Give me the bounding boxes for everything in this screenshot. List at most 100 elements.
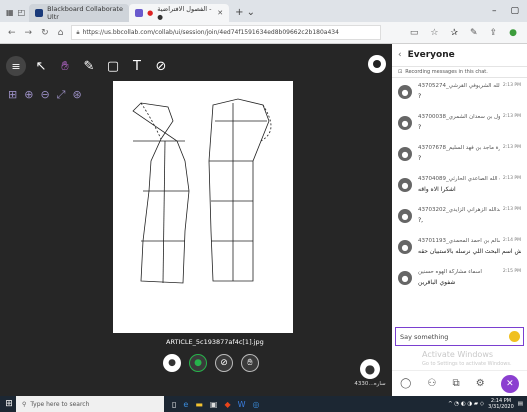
back-arrow-icon[interactable]: ←	[8, 28, 16, 38]
chat-message: ● 43705274_سارة عبدالله الشريوفي القرشي2:…	[392, 78, 527, 109]
url-field[interactable]: 🔒︎ https://us.bbcollab.com/collab/ui/ses…	[71, 25, 382, 40]
edge-active-icon[interactable]: ◎	[253, 400, 260, 409]
record-dot-icon	[373, 60, 381, 68]
clock[interactable]: 2:14 PM 3/31/2020	[488, 398, 514, 410]
zoom-out-icon[interactable]: ⊖	[40, 88, 49, 102]
favorite-star-icon[interactable]: ☆	[430, 28, 438, 38]
tab-bar-icons: ▦ ◰	[0, 8, 29, 22]
zoom-reset-icon[interactable]: ⊛	[72, 88, 81, 102]
camera-off-icon[interactable]: ⊘	[215, 354, 233, 372]
favorites-icon[interactable]: ✰	[451, 28, 459, 38]
pencil-icon[interactable]: ✎	[80, 57, 98, 75]
reading-view-icon[interactable]: ▭	[410, 28, 419, 38]
word-icon[interactable]: W	[238, 400, 246, 409]
text-icon[interactable]: T	[128, 57, 146, 75]
page-icon[interactable]: ⊞	[8, 88, 17, 102]
message-time: 2:13 PM	[502, 145, 521, 150]
collab-panel-footer: ◯ ⚇ ⧉ ⚙ ✕	[392, 370, 527, 396]
screen: ▦ ◰ Blackboard Collaborate Ultr ● الفصول…	[0, 0, 527, 412]
message-sender: 43701193_سارة سالم بن احمد المحمدي	[418, 238, 500, 244]
maximize-icon[interactable]: ▢	[510, 6, 519, 16]
notifications-icon[interactable]: ▤	[518, 401, 523, 407]
share-content-icon[interactable]: ⧉	[453, 378, 460, 389]
info-icon: ⊡	[398, 69, 403, 75]
collaborate-stage: ≡ ↖ ✋︎ ✎ ▢ T ⊘ ⊞ ⊕ ⊖ ⤢ ⊛ ARTICLE_5c19387…	[0, 44, 392, 396]
chat-message: ● 43700038_نورة نجول بن سعدان الشمري2:13 …	[392, 109, 527, 140]
message-time: 2:13 PM	[502, 207, 521, 212]
tray-icons[interactable]: ^ ◔ ◐ ◑ ▰ ◇	[448, 401, 484, 407]
hand-icon[interactable]: ✋︎	[56, 57, 74, 75]
windows-taskbar: ⊞ ⚲ Type here to search ▯ e ▬ ▣ ◆ W ◎ ^ …	[0, 396, 527, 412]
zoom-in-icon[interactable]: ⊕	[24, 88, 33, 102]
address-bar-row: ← → ↻ ⌂ 🔒︎ https://us.bbcollab.com/colla…	[0, 22, 527, 44]
close-panel-icon[interactable]: ✕	[500, 374, 519, 393]
avatar-icon[interactable]: ●	[163, 354, 181, 372]
minimize-icon[interactable]: –	[492, 6, 497, 16]
pattern-drawing	[132, 98, 272, 284]
tab-label: الفصول الافتراضية - ●	[157, 5, 212, 21]
fit-icon[interactable]: ⤢	[57, 88, 66, 102]
windows-start-icon[interactable]: ⊞	[2, 396, 16, 412]
activate-windows-subtitle: Go to Settings to activate Windows.	[422, 361, 512, 367]
sender-avatar-icon: ●	[398, 271, 412, 285]
taskbar-search[interactable]: ⚲ Type here to search	[16, 396, 164, 412]
chat-title: Everyone	[407, 50, 455, 60]
emoji-icon[interactable]	[509, 331, 520, 342]
chat-message: ● 43704089_روان ذياب الله الصاعدي الحارثي…	[392, 171, 527, 202]
record-status-button[interactable]	[368, 55, 386, 73]
message-body: ?	[418, 124, 422, 131]
whiteboard-toolbar: ≡ ↖ ✋︎ ✎ ▢ T ⊘	[6, 54, 170, 78]
tab-virtual-classes[interactable]: ● الفصول الافتراضية - ● ✕	[129, 4, 230, 22]
office-icon[interactable]: ◆	[224, 400, 230, 409]
message-sender: 43703202_فاطمة بنت عبدالله الزهراني الزا…	[418, 207, 500, 213]
settings-gear-icon[interactable]: ⚙	[476, 378, 485, 389]
tab-manager-icon[interactable]: ▦	[6, 8, 14, 17]
refresh-icon[interactable]: ↻	[41, 28, 49, 38]
attendees-icon[interactable]: ⚇	[427, 378, 436, 389]
menu-icon[interactable]: ≡	[6, 56, 26, 76]
message-sender: 43705274_سارة عبدالله الشريوفي القرشي	[418, 83, 500, 89]
forward-arrow-icon[interactable]: →	[25, 28, 33, 38]
clear-icon[interactable]: ⊘	[152, 57, 170, 75]
file-explorer-icon[interactable]: ▬	[195, 400, 203, 409]
recording-notice-text: Recording messages in this chat.	[405, 69, 488, 75]
chat-message: ● 43703202_فاطمة بنت عبدالله الزهراني الز…	[392, 202, 527, 233]
new-tab-button[interactable]: + ⌄	[229, 7, 261, 22]
chat-message: ● 43701193_سارة سالم بن احمد المحمدي2:14 …	[392, 233, 527, 264]
microphone-icon[interactable]: ●	[189, 354, 207, 372]
close-tab-icon[interactable]: ✕	[217, 9, 223, 17]
back-chevron-icon[interactable]: ‹	[398, 50, 402, 60]
participant-avatar-icon: ●	[360, 359, 380, 379]
chat-icon[interactable]: ◯	[400, 378, 411, 389]
chat-header: ‹ Everyone	[392, 44, 527, 66]
extension-icon[interactable]: ●	[509, 28, 517, 38]
chat-input[interactable]: Say something	[395, 327, 524, 346]
select-arrow-icon[interactable]: ↖	[32, 57, 50, 75]
shape-icon[interactable]: ▢	[104, 57, 122, 75]
sender-avatar-icon: ●	[398, 240, 412, 254]
browser-tab-bar: ▦ ◰ Blackboard Collaborate Ultr ● الفصول…	[0, 0, 527, 22]
raise-hand-icon[interactable]: ✋︎	[241, 354, 259, 372]
chat-message: ● 43707678_سارة ماجد بن فهد السليم2:13 PM…	[392, 140, 527, 171]
message-sender: 43704089_روان ذياب الله الصاعدي الحارثي	[418, 176, 500, 182]
share-icon[interactable]: ⇪	[490, 28, 498, 38]
recording-notice: ⊡ Recording messages in this chat.	[392, 66, 527, 78]
blackboard-favicon-icon	[35, 9, 44, 17]
participant-name: 4330…ساره	[354, 381, 386, 387]
zoom-toolbar: ⊞ ⊕ ⊖ ⤢ ⊛	[8, 88, 82, 102]
back-tabs-icon[interactable]: ◰	[18, 8, 26, 17]
pen-icon[interactable]: ✎	[470, 28, 478, 38]
home-icon[interactable]: ⌂	[58, 28, 64, 38]
message-time: 2:13 PM	[502, 176, 521, 181]
message-body: شفوي الباقرين	[418, 279, 456, 286]
filename-label: ARTICLE_5c193877af4c[1].jpg	[166, 338, 264, 346]
clock-date: 3/31/2020	[488, 404, 514, 410]
message-body: اشكرا الاه واقه	[418, 186, 456, 193]
store-icon[interactable]: ▣	[210, 400, 218, 409]
lock-icon: 🔒︎	[76, 28, 80, 36]
shared-image	[113, 81, 293, 333]
tab-blackboard[interactable]: Blackboard Collaborate Ultr	[29, 4, 130, 22]
my-participant-tile[interactable]: ● 4330…ساره	[352, 359, 388, 389]
task-view-icon[interactable]: ▯	[172, 400, 176, 409]
edge-icon[interactable]: e	[183, 400, 188, 409]
